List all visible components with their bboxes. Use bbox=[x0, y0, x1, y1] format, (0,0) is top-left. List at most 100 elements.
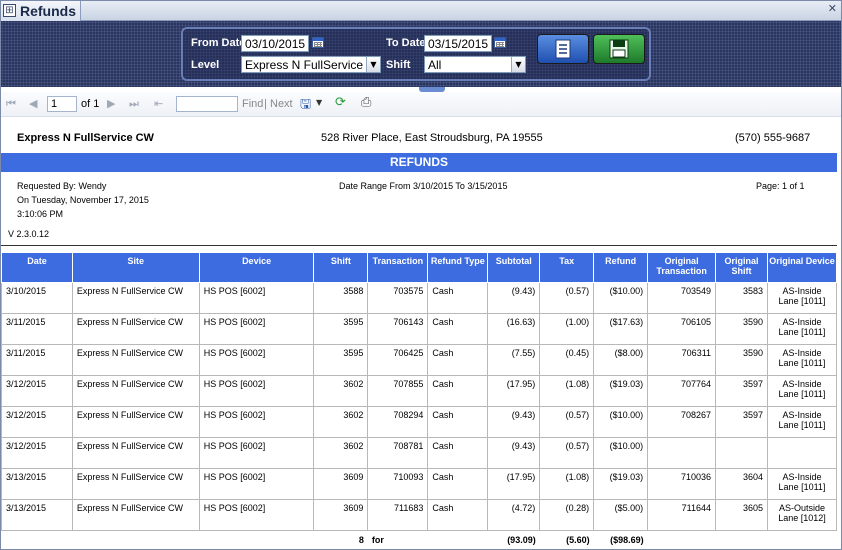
cell-refund-type: Cash bbox=[427, 313, 489, 345]
table-row: 3/12/2015 Express N FullService CW HS POS … bbox=[1, 375, 838, 407]
cell-site: Express N FullService CW bbox=[71, 468, 200, 500]
close-icon[interactable]: ✕ bbox=[828, 2, 837, 15]
refresh-icon[interactable]: ⟳ bbox=[335, 95, 346, 110]
cell-refund: ($8.00) bbox=[593, 344, 649, 376]
cell-date: 3/13/2015 bbox=[1, 468, 73, 500]
cell-original-device: AS-Inside Lane [1011] bbox=[766, 468, 838, 500]
total-subtotal: (93.09) bbox=[507, 535, 536, 545]
totals-row: 8 for (93.09) (5.60) ($98.69) bbox=[2, 531, 837, 549]
chevron-down-icon[interactable]: ▼ bbox=[366, 57, 380, 72]
table-row: 3/10/2015 Express N FullService CW HS POS … bbox=[1, 282, 838, 314]
calendar-icon[interactable] bbox=[312, 37, 324, 48]
cell-shift: 3602 bbox=[313, 375, 369, 407]
table-row: 3/11/2015 Express N FullService CW HS POS … bbox=[1, 313, 838, 345]
table-row: 3/12/2015 Express N FullService CW HS POS … bbox=[1, 406, 838, 438]
cell-device: HS POS [6002] bbox=[198, 437, 315, 469]
table-header-row: Date Site Device Shift Transaction Refund Typ… bbox=[1, 252, 838, 283]
table-row: 3/12/2015 Express N FullService CW HS POS … bbox=[1, 437, 838, 469]
requested-date: On Tuesday, November 17, 2015 bbox=[17, 195, 149, 205]
calendar-icon[interactable] bbox=[494, 37, 506, 48]
cell-subtotal: (4.72) bbox=[487, 499, 541, 531]
cell-transaction: 710093 bbox=[367, 468, 429, 500]
cell-original-transaction: 703549 bbox=[647, 282, 717, 314]
chevron-down-icon[interactable]: ▼ bbox=[511, 57, 525, 72]
cell-refund-type: Cash bbox=[427, 468, 489, 500]
cell-subtotal: (9.43) bbox=[487, 282, 541, 314]
cell-shift: 3595 bbox=[313, 344, 369, 376]
table-row: 3/13/2015 Express N FullService CW HS POS … bbox=[1, 468, 838, 500]
cell-refund: ($17.63) bbox=[593, 313, 649, 345]
next-link[interactable]: Next bbox=[270, 98, 293, 110]
view-report-button[interactable] bbox=[537, 34, 589, 64]
from-date-label: From Date bbox=[191, 37, 246, 49]
total-empty-cell bbox=[716, 531, 768, 549]
cell-date: 3/11/2015 bbox=[1, 344, 73, 376]
requested-time: 3:10:06 PM bbox=[17, 209, 64, 219]
chevron-down-icon[interactable]: ▼ bbox=[316, 98, 322, 107]
export-icon[interactable]: 🖫 bbox=[300, 95, 311, 117]
total-empty-cell bbox=[199, 531, 314, 549]
cell-tax: (1.00) bbox=[539, 313, 595, 345]
column-header-tax: Tax bbox=[539, 252, 595, 283]
company-address: 528 River Place, East Stroudsburg, PA 19… bbox=[321, 132, 543, 144]
cell-original-transaction: 710036 bbox=[647, 468, 717, 500]
level-select-value: Express N FullService CW bbox=[245, 58, 381, 72]
total-tax: (5.60) bbox=[566, 535, 590, 545]
back-icon[interactable]: ⇤ bbox=[154, 97, 163, 110]
cell-tax: (0.57) bbox=[539, 437, 595, 469]
cell-refund: ($10.00) bbox=[593, 406, 649, 438]
company-name: Express N FullService CW bbox=[17, 132, 154, 144]
floppy-disk-icon bbox=[609, 39, 629, 59]
cell-refund: ($5.00) bbox=[593, 499, 649, 531]
first-page-icon[interactable]: ⏮ bbox=[6, 97, 16, 111]
cell-original-shift: 3597 bbox=[715, 406, 768, 438]
print-icon[interactable]: ⎙ bbox=[361, 95, 371, 110]
column-header-shift: Shift bbox=[313, 252, 369, 283]
next-page-icon[interactable]: ▶ bbox=[107, 97, 115, 110]
total-empty-cell bbox=[2, 531, 73, 549]
cell-refund-type: Cash bbox=[427, 344, 489, 376]
cell-original-device bbox=[766, 437, 838, 469]
column-header-transaction: Transaction bbox=[367, 252, 429, 283]
table-row: 3/11/2015 Express N FullService CW HS POS … bbox=[1, 344, 838, 376]
cell-refund-type: Cash bbox=[427, 282, 489, 314]
tab-refunds[interactable]: ⊞ Refunds bbox=[1, 1, 81, 21]
cell-original-shift: 3605 bbox=[715, 499, 768, 531]
page-number-input[interactable]: 1 bbox=[47, 96, 77, 112]
cell-shift: 3609 bbox=[313, 499, 369, 531]
cell-device: HS POS [6002] bbox=[198, 468, 315, 500]
cell-refund-type: Cash bbox=[427, 406, 489, 438]
cell-original-shift: 3597 bbox=[715, 375, 768, 407]
level-select[interactable]: Express N FullService CW ▼ bbox=[241, 56, 381, 73]
shift-select[interactable]: All ▼ bbox=[424, 56, 526, 73]
from-date-input[interactable]: 03/10/2015 bbox=[241, 35, 309, 52]
find-input[interactable] bbox=[176, 96, 238, 112]
version: V 2.3.0.12 bbox=[8, 229, 50, 239]
cell-site: Express N FullService CW bbox=[71, 406, 200, 438]
cell-original-device: AS-Outside Lane [1012] bbox=[766, 499, 838, 531]
tab-bar: ⊞ Refunds ✕ bbox=[1, 1, 841, 21]
cell-refund: ($19.03) bbox=[593, 468, 649, 500]
cell-original-transaction bbox=[647, 437, 717, 469]
cell-shift: 3588 bbox=[313, 282, 369, 314]
cell-refund: ($10.00) bbox=[593, 437, 649, 469]
cell-device: HS POS [6002] bbox=[198, 375, 315, 407]
total-empty-cell bbox=[648, 531, 716, 549]
cell-date: 3/10/2015 bbox=[1, 282, 73, 314]
previous-page-icon[interactable]: ◀ bbox=[29, 97, 37, 110]
cell-site: Express N FullService CW bbox=[71, 344, 200, 376]
cell-tax: (0.57) bbox=[539, 282, 595, 314]
cell-refund-type: Cash bbox=[427, 375, 489, 407]
cell-tax: (0.28) bbox=[539, 499, 595, 531]
column-header-original-transaction: Original Transaction bbox=[647, 252, 717, 283]
last-page-icon[interactable]: ⏭ bbox=[129, 97, 139, 111]
cell-original-device: AS-Inside Lane [1011] bbox=[766, 375, 838, 407]
report-icon: ⊞ bbox=[3, 4, 16, 17]
to-date-input[interactable]: 03/15/2015 bbox=[424, 35, 492, 52]
cell-date: 3/11/2015 bbox=[1, 313, 73, 345]
total-refund: ($98.69) bbox=[610, 535, 644, 545]
save-button[interactable] bbox=[593, 34, 645, 64]
column-header-device: Device bbox=[198, 252, 315, 283]
cell-original-shift: 3590 bbox=[715, 313, 768, 345]
find-link[interactable]: Find bbox=[242, 98, 263, 110]
